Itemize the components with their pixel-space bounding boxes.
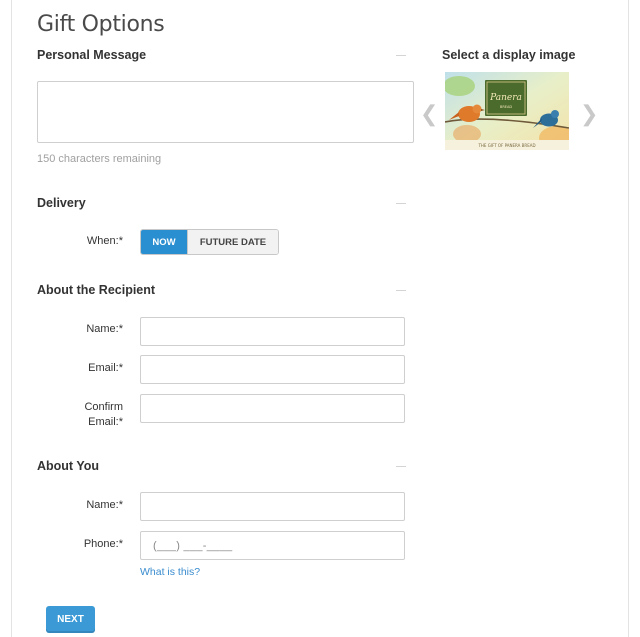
card-logo-subtext: BREAD bbox=[500, 105, 512, 109]
recipient-heading: About the Recipient bbox=[37, 283, 156, 297]
next-button[interactable]: NEXT bbox=[46, 606, 95, 633]
card-logo-text: Panera bbox=[489, 93, 522, 103]
chevron-right-icon[interactable]: ❯ bbox=[580, 103, 598, 125]
phone-mask-text: (___) ___-____ bbox=[153, 539, 233, 552]
display-image-heading: Select a display image bbox=[442, 48, 576, 62]
collapse-icon[interactable] bbox=[396, 203, 406, 204]
collapse-icon[interactable] bbox=[396, 55, 406, 56]
what-is-this-link[interactable]: What is this? bbox=[140, 566, 200, 578]
gift-card-art: Panera BREAD THE GIFT OF PANERA BREAD bbox=[443, 72, 575, 150]
personal-message-heading: Personal Message bbox=[37, 48, 147, 62]
phone-label: Phone:* bbox=[83, 538, 123, 550]
delivery-toggle: NOW FUTURE DATE bbox=[140, 229, 279, 255]
confirm-email-input[interactable] bbox=[140, 394, 405, 423]
card-caption: THE GIFT OF PANERA BREAD bbox=[477, 143, 535, 148]
your-name-input[interactable] bbox=[140, 492, 405, 521]
phone-input[interactable]: (___) ___-____ bbox=[140, 531, 405, 560]
when-label: When:* bbox=[86, 235, 123, 247]
recipient-name-input[interactable] bbox=[140, 317, 405, 346]
delivery-future-date-button[interactable]: FUTURE DATE bbox=[187, 230, 278, 254]
recipient-email-label: Email:* bbox=[88, 362, 123, 374]
chars-remaining-text: 150 characters remaining bbox=[37, 153, 162, 165]
your-name-label: Name:* bbox=[86, 499, 123, 511]
personal-message-textarea[interactable] bbox=[37, 81, 414, 143]
delivery-heading: Delivery bbox=[37, 196, 86, 210]
chevron-left-icon[interactable]: ❮ bbox=[420, 103, 438, 125]
gift-card-image[interactable]: Panera BREAD THE GIFT OF PANERA BREAD bbox=[443, 72, 575, 150]
confirm-email-label-line2: Email:* bbox=[88, 416, 123, 428]
confirm-email-label-line1: Confirm bbox=[84, 401, 123, 413]
collapse-icon[interactable] bbox=[396, 290, 406, 291]
page-title: Gift Options bbox=[37, 12, 165, 37]
collapse-icon[interactable] bbox=[396, 466, 406, 467]
delivery-now-button[interactable]: NOW bbox=[141, 230, 187, 254]
about-you-heading: About You bbox=[37, 459, 100, 473]
recipient-email-input[interactable] bbox=[140, 355, 405, 384]
recipient-name-label: Name:* bbox=[86, 323, 123, 335]
